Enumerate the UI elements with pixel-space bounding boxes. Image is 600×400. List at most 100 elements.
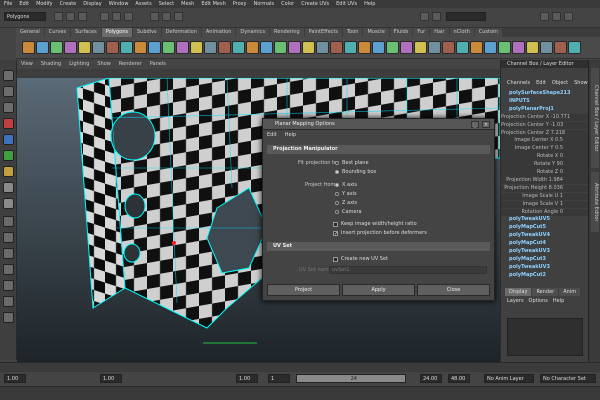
- shelf-tab-deformation[interactable]: Deformation: [161, 28, 201, 37]
- dialog-menu-edit[interactable]: Edit: [267, 131, 277, 139]
- menu-modify[interactable]: Modify: [36, 1, 53, 7]
- close-icon[interactable]: ×: [482, 121, 490, 128]
- layer-tab-display[interactable]: Display: [505, 288, 532, 296]
- save-scene-icon[interactable]: [78, 12, 87, 21]
- new-scene-icon[interactable]: [54, 12, 63, 21]
- shelf-tool-icon[interactable]: [50, 41, 63, 54]
- show-channel-box-icon[interactable]: [564, 12, 573, 21]
- shelf-tool-icon[interactable]: [106, 41, 119, 54]
- shelf-tab-surfaces[interactable]: Surfaces: [71, 28, 101, 37]
- menu-color[interactable]: Color: [281, 1, 294, 7]
- range-slider[interactable]: 24: [296, 374, 406, 383]
- shelf-tool-icon[interactable]: [246, 41, 259, 54]
- playback-start-field[interactable]: 1.00: [236, 374, 258, 383]
- ipr-render-icon[interactable]: [432, 12, 441, 21]
- channel-attribute-row[interactable]: Rotate X 0: [501, 153, 589, 161]
- anim-layer-select[interactable]: No Anim Layer: [484, 374, 534, 383]
- shelf-tab-ncloth[interactable]: nCloth: [449, 28, 474, 37]
- playback-end-field[interactable]: 48.00: [448, 374, 470, 383]
- channel-node[interactable]: polyTweakUV3: [501, 264, 589, 272]
- channel-node[interactable]: polyTweakUV5: [501, 216, 589, 224]
- render-icon[interactable]: [420, 12, 429, 21]
- channel-attribute-row[interactable]: Projection Center X -10.771: [501, 113, 589, 122]
- shelf-tool-icon[interactable]: [526, 41, 539, 54]
- show-attribute-editor-icon[interactable]: [540, 12, 549, 21]
- shelf-tool-icon[interactable]: [344, 41, 357, 54]
- viewport-menu-lighting[interactable]: Lighting: [69, 60, 89, 69]
- viewport-menu-shading[interactable]: Shading: [41, 60, 61, 69]
- layout-four-icon[interactable]: [3, 232, 14, 243]
- viewport-menu-view[interactable]: View: [21, 60, 33, 69]
- show-manip-icon[interactable]: [3, 198, 14, 209]
- layout-single-icon[interactable]: [3, 216, 14, 227]
- soft-mod-icon[interactable]: [3, 182, 14, 193]
- shelf-tool-icon[interactable]: [120, 41, 133, 54]
- menu-mesh[interactable]: Mesh: [181, 1, 194, 7]
- channel-menu-show[interactable]: Show: [574, 80, 588, 88]
- shelf-tool-icon[interactable]: [540, 41, 553, 54]
- shelf-tool-icon[interactable]: [22, 41, 35, 54]
- channel-attribute-row[interactable]: Image Center Y 0.5: [501, 145, 589, 153]
- channel-attribute-row[interactable]: Image Scale U 1: [501, 192, 589, 201]
- layer-tab-render[interactable]: Render: [532, 288, 559, 296]
- tab-channel-box[interactable]: Channel Box / Layer Editor: [591, 68, 599, 168]
- channel-attribute-row[interactable]: Image Scale V 1: [501, 200, 589, 209]
- radio-x-axis[interactable]: X axis: [335, 181, 357, 189]
- shelf-tool-icon[interactable]: [78, 41, 91, 54]
- shelf-tool-icon[interactable]: [442, 41, 455, 54]
- menu-file[interactable]: File: [4, 1, 12, 7]
- channel-attribute-row[interactable]: Rotate Z 0: [501, 169, 589, 177]
- shelf-tab-polygons[interactable]: Polygons: [101, 28, 132, 37]
- select-hierarchy-icon[interactable]: [100, 12, 109, 21]
- shelf-tool-icon[interactable]: [470, 41, 483, 54]
- channel-menu-channels[interactable]: Channels: [507, 80, 530, 88]
- shelf-tab-fur[interactable]: Fur: [413, 28, 430, 37]
- close-button[interactable]: Close: [417, 284, 490, 296]
- project-button[interactable]: Project: [267, 284, 340, 296]
- menu-create[interactable]: Create: [60, 1, 77, 7]
- menu-edit-uvs[interactable]: Edit UVs: [336, 1, 357, 7]
- shelf-tab-painteffects[interactable]: PaintEffects: [304, 28, 342, 37]
- channel-menu-edit[interactable]: Edit: [536, 80, 546, 88]
- radio-z-axis[interactable]: Z axis: [335, 199, 357, 207]
- checkbox-insert-before-deformers[interactable]: ✓ Insert projection before deformers: [333, 229, 427, 237]
- radio-best-plane[interactable]: Best plane: [335, 159, 369, 167]
- radio-camera[interactable]: Camera: [335, 208, 362, 216]
- menu-create-uvs[interactable]: Create UVs: [301, 1, 329, 7]
- channel-node[interactable]: polySurfaceShape213: [501, 90, 589, 98]
- current-frame-field[interactable]: 1.00: [4, 374, 26, 383]
- show-tool-settings-icon[interactable]: [552, 12, 561, 21]
- shelf-tool-icon[interactable]: [372, 41, 385, 54]
- apply-button[interactable]: Apply: [342, 284, 415, 296]
- shelf-tool-icon[interactable]: [302, 41, 315, 54]
- shelf-tab-muscle[interactable]: Muscle: [363, 28, 389, 37]
- menu-assets[interactable]: Assets: [135, 1, 151, 7]
- select-object-icon[interactable]: [112, 12, 121, 21]
- checkbox-create-uv-set[interactable]: Create new UV Set: [333, 255, 388, 263]
- shelf-tool-icon[interactable]: [288, 41, 301, 54]
- lasso-tool-icon[interactable]: [3, 86, 14, 97]
- shelf-tool-icon[interactable]: [456, 41, 469, 54]
- shelf-tool-icon[interactable]: [484, 41, 497, 54]
- channel-node[interactable]: polyMapCut2: [501, 272, 589, 280]
- command-line[interactable]: [0, 386, 600, 400]
- menu-proxy[interactable]: Proxy: [233, 1, 247, 7]
- channel-attribute-row[interactable]: Projection Width 1.984: [501, 176, 589, 185]
- input-line-field[interactable]: [446, 12, 486, 21]
- shelf-tool-icon[interactable]: [414, 41, 427, 54]
- mode-select[interactable]: Polygons: [4, 12, 46, 21]
- channel-node[interactable]: polyPlanarProj1: [501, 106, 589, 114]
- shelf-tool-icon[interactable]: [176, 41, 189, 54]
- shelf-tool-icon[interactable]: [64, 41, 77, 54]
- snap-point-icon[interactable]: [174, 12, 183, 21]
- shelf-tab-fluids[interactable]: Fluids: [389, 28, 413, 37]
- shelf-tab-custom[interactable]: Custom: [474, 28, 502, 37]
- menu-select[interactable]: Select: [159, 1, 174, 7]
- shelf-tool-icon[interactable]: [232, 41, 245, 54]
- shelf-tab-animation[interactable]: Animation: [201, 28, 236, 37]
- channel-attribute-row[interactable]: Projection Center Y -1.03: [501, 121, 589, 130]
- shelf-tool-icon[interactable]: [218, 41, 231, 54]
- menu-display[interactable]: Display: [83, 1, 101, 7]
- layout-uv-icon[interactable]: [3, 312, 14, 323]
- layout-side-icon[interactable]: [3, 248, 14, 259]
